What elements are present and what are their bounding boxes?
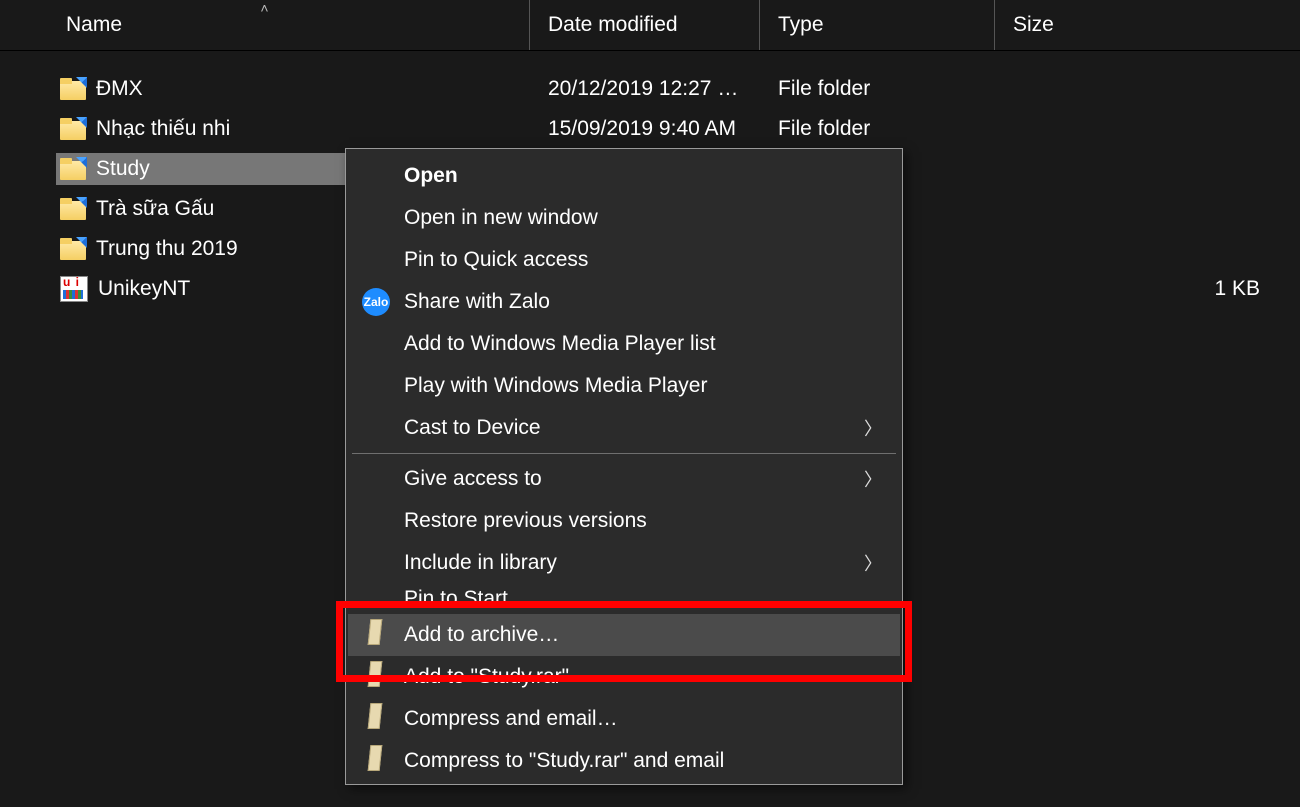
file-name: Nhạc thiếu nhi: [96, 117, 230, 141]
menu-label: Include in library: [404, 551, 557, 575]
menu-label: Add to Windows Media Player list: [404, 332, 716, 356]
column-header-name-label: Name: [66, 13, 122, 37]
chevron-right-icon: 〉: [864, 550, 882, 576]
column-header-size-label: Size: [1013, 13, 1054, 37]
menu-label: Pin to Start: [404, 587, 508, 611]
file-name: Trung thu 2019: [96, 237, 238, 261]
menu-label: Open: [404, 164, 458, 188]
column-header-date-label: Date modified: [548, 13, 678, 37]
menu-label: Pin to Quick access: [404, 248, 588, 272]
menu-label: Restore previous versions: [404, 509, 647, 533]
folder-icon: [60, 158, 86, 180]
sort-arrow-icon: ˄: [260, 0, 268, 16]
winrar-icon: [362, 747, 390, 775]
winrar-icon: [362, 705, 390, 733]
context-menu: Open Open in new window Pin to Quick acc…: [345, 148, 903, 785]
menu-label: Share with Zalo: [404, 290, 550, 314]
menu-label: Add to "Study.rar": [404, 665, 569, 689]
menu-compress-to-study-rar-and-email[interactable]: Compress to "Study.rar" and email: [348, 740, 900, 782]
winrar-icon: [362, 663, 390, 691]
file-row[interactable]: ĐMX 20/12/2019 12:27 … File folder: [0, 69, 1300, 109]
menu-add-to-archive[interactable]: Add to archive…: [348, 614, 900, 656]
file-date: 20/12/2019 12:27 …: [548, 77, 738, 101]
file-type: File folder: [778, 77, 870, 101]
menu-restore-previous-versions[interactable]: Restore previous versions: [348, 500, 900, 542]
column-header-type[interactable]: Type: [760, 0, 995, 50]
unikey-icon: [60, 276, 88, 302]
chevron-right-icon: 〉: [864, 466, 882, 492]
menu-pin-to-start[interactable]: Pin to Start: [348, 584, 900, 614]
menu-pin-quick-access[interactable]: Pin to Quick access: [348, 239, 900, 281]
column-header-size[interactable]: Size: [995, 0, 1300, 50]
file-name: UnikeyNT: [98, 277, 190, 301]
file-date: 15/09/2019 9:40 AM: [548, 117, 736, 141]
column-header-date[interactable]: Date modified: [530, 0, 760, 50]
menu-label: Cast to Device: [404, 416, 541, 440]
menu-include-in-library[interactable]: Include in library 〉: [348, 542, 900, 584]
folder-icon: [60, 198, 86, 220]
menu-add-to-study-rar[interactable]: Add to "Study.rar": [348, 656, 900, 698]
menu-separator: [352, 453, 896, 454]
menu-label: Give access to: [404, 467, 542, 491]
menu-give-access-to[interactable]: Give access to 〉: [348, 458, 900, 500]
folder-icon: [60, 78, 86, 100]
menu-label: Add to archive…: [404, 623, 559, 647]
folder-icon: [60, 238, 86, 260]
menu-open-new-window[interactable]: Open in new window: [348, 197, 900, 239]
menu-open[interactable]: Open: [348, 155, 900, 197]
menu-add-wmp-list[interactable]: Add to Windows Media Player list: [348, 323, 900, 365]
menu-compress-and-email[interactable]: Compress and email…: [348, 698, 900, 740]
file-name: Trà sữa Gấu: [96, 197, 214, 221]
file-name: Study: [96, 157, 150, 181]
chevron-right-icon: 〉: [864, 415, 882, 441]
file-type: File folder: [778, 117, 870, 141]
folder-icon: [60, 118, 86, 140]
file-size: 1 KB: [1214, 277, 1260, 301]
file-row[interactable]: Nhạc thiếu nhi 15/09/2019 9:40 AM File f…: [0, 109, 1300, 149]
menu-label: Play with Windows Media Player: [404, 374, 707, 398]
menu-label: Compress to "Study.rar" and email: [404, 749, 724, 773]
menu-label: Compress and email…: [404, 707, 618, 731]
column-header-name[interactable]: ˄ Name: [0, 0, 530, 50]
file-name: ĐMX: [96, 77, 143, 101]
menu-share-zalo[interactable]: Zalo Share with Zalo: [348, 281, 900, 323]
column-headers: ˄ Name Date modified Type Size: [0, 0, 1300, 51]
explorer-window: ˄ Name Date modified Type Size ĐMX 20/12…: [0, 0, 1300, 807]
menu-label: Open in new window: [404, 206, 598, 230]
zalo-icon: Zalo: [362, 288, 390, 316]
winrar-icon: [362, 621, 390, 649]
menu-play-wmp[interactable]: Play with Windows Media Player: [348, 365, 900, 407]
menu-cast-to-device[interactable]: Cast to Device 〉: [348, 407, 900, 449]
column-header-type-label: Type: [778, 13, 824, 37]
